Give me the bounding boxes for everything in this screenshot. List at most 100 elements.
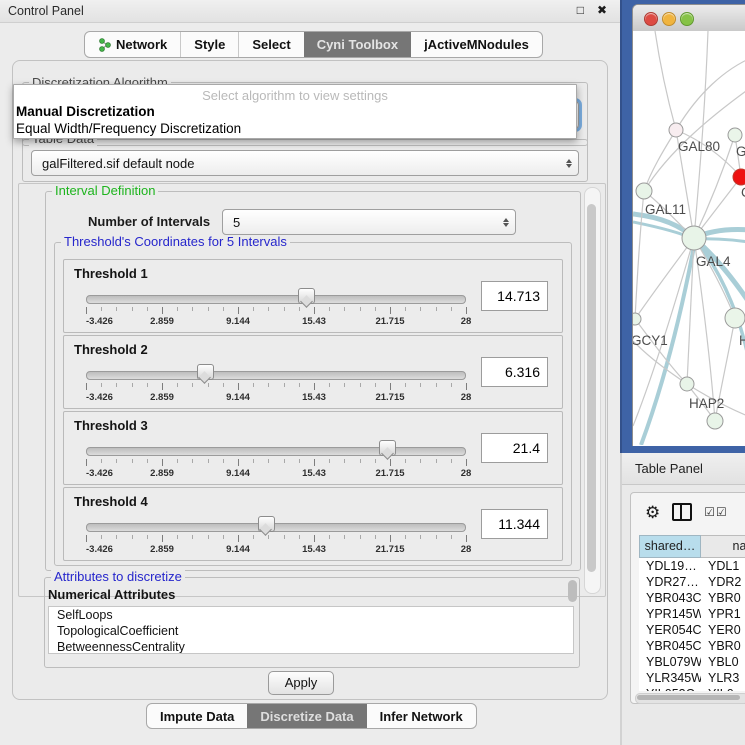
network-edge (644, 130, 676, 191)
slider-track[interactable] (86, 295, 466, 304)
network-node[interactable] (728, 128, 742, 142)
popup-option-manual-discretization[interactable]: Manual Discretization (16, 104, 155, 119)
tick-mark (147, 383, 148, 387)
network-node[interactable] (636, 183, 652, 199)
tick-mark (329, 535, 330, 539)
table-cell[interactable]: YER0 (701, 622, 745, 638)
threshold-slider[interactable]: -3.4262.8599.14415.4321.71528 (86, 514, 466, 558)
gear-icon[interactable]: ⚙ (645, 504, 660, 521)
table-row[interactable]: YBR043CYBR0 (639, 590, 745, 606)
table-row[interactable]: YBR045CYBR0 (639, 638, 745, 654)
zoom-window-icon[interactable] (680, 12, 694, 26)
slider-thumb[interactable] (197, 364, 214, 380)
select-columns-icon[interactable]: ☑☑ (704, 505, 728, 519)
table-cell[interactable]: YDL19… (639, 558, 701, 574)
tab-network-label: Network (116, 37, 167, 52)
slider-track[interactable] (86, 371, 466, 380)
tick-mark (299, 383, 300, 387)
network-node[interactable] (680, 377, 694, 391)
bottom-tabstrip: Impute Data Discretize Data Infer Networ… (146, 703, 477, 729)
attributes-list-scrollbar[interactable] (568, 580, 577, 602)
threshold-value-field[interactable]: 6.316 (481, 357, 548, 387)
scrollbar-thumb[interactable] (587, 204, 596, 572)
threshold-value-field[interactable]: 21.4 (481, 433, 548, 463)
table-cell[interactable]: YLR3 (701, 670, 745, 686)
table-horizontal-scrollbar[interactable] (635, 693, 745, 704)
tick-label: 21.715 (375, 316, 404, 327)
threshold-slider[interactable]: -3.4262.8599.14415.4321.71528 (86, 362, 466, 406)
tick-mark (162, 383, 163, 390)
table-cell[interactable]: YDR2 (701, 574, 745, 590)
table-cell[interactable]: YBR0 (701, 590, 745, 606)
minimize-window-icon[interactable] (662, 12, 676, 26)
table-row[interactable]: YDR27…YDR2 (639, 574, 745, 590)
network-node[interactable] (682, 226, 706, 250)
attribute-list-item[interactable]: TopologicalCoefficient (49, 623, 573, 639)
settings-vertical-scrollbar[interactable] (584, 187, 601, 594)
threshold-value-field[interactable]: 11.344 (481, 509, 548, 539)
network-node[interactable] (725, 308, 745, 328)
table-cell[interactable]: YER054C (639, 622, 701, 638)
tab-impute-data[interactable]: Impute Data (147, 704, 247, 728)
close-window-icon[interactable] (644, 12, 658, 26)
node-label: H (739, 333, 745, 348)
network-node[interactable] (633, 313, 641, 325)
table-cell[interactable]: YDL1 (701, 558, 745, 574)
table-cell[interactable]: YBR0 (701, 638, 745, 654)
table-cell[interactable]: YBR043C (639, 590, 701, 606)
tick-mark (101, 307, 102, 311)
column-header-name[interactable]: na (701, 535, 745, 558)
slider-track[interactable] (86, 523, 466, 532)
network-node[interactable] (669, 123, 683, 137)
tab-jactivemnodules[interactable]: jActiveMNodules (411, 32, 542, 57)
table-cell[interactable]: YPR1 (701, 606, 745, 622)
network-node[interactable] (733, 169, 745, 185)
table-data-select[interactable]: galFiltered.sif default node (31, 150, 579, 176)
attribute-list-item[interactable]: BetweennessCentrality (49, 639, 573, 654)
slider-thumb[interactable] (298, 288, 315, 304)
slider-thumb[interactable] (379, 440, 396, 456)
threshold-value-field[interactable]: 14.713 (481, 281, 548, 311)
table-row[interactable]: YDL19…YDL1 (639, 558, 745, 574)
stepper-arrows-icon (560, 159, 578, 168)
table-cell[interactable]: YLR345W (639, 670, 701, 686)
split-columns-icon[interactable] (672, 503, 692, 521)
popup-option-equal-width-frequency[interactable]: Equal Width/Frequency Discretization (16, 121, 241, 136)
column-header-shared-name[interactable]: shared… (639, 535, 701, 558)
table-row[interactable]: YER054CYER0 (639, 622, 745, 638)
table-cell[interactable]: YBR045C (639, 638, 701, 654)
table-cell[interactable]: YPR145W (639, 606, 701, 622)
table-cell[interactable]: YIL053C (639, 686, 701, 691)
threshold-slider[interactable]: -3.4262.8599.14415.4321.71528 (86, 438, 466, 482)
table-cell[interactable]: YIL0 (701, 686, 745, 691)
number-of-intervals-select[interactable]: 5 (222, 209, 516, 235)
network-canvas[interactable]: GAL80GACGAL11GAL4GCY1HHAP2 (633, 31, 745, 445)
network-node[interactable] (707, 413, 723, 429)
table-row[interactable]: YLR345WYLR3 (639, 670, 745, 686)
table-cell[interactable]: YBL0 (701, 654, 745, 670)
apply-button[interactable]: Apply (268, 671, 334, 695)
table-row[interactable]: YBL079WYBL0 (639, 654, 745, 670)
table-row[interactable]: YPR145WYPR1 (639, 606, 745, 622)
tick-mark (253, 383, 254, 387)
numerical-attributes-label: Numerical Attributes (48, 587, 175, 602)
threshold-slider[interactable]: -3.4262.8599.14415.4321.71528 (86, 286, 466, 330)
table-cell[interactable]: YDR27… (639, 574, 701, 590)
tick-label: 9.144 (226, 316, 250, 327)
tab-select[interactable]: Select (238, 32, 303, 57)
tab-style[interactable]: Style (180, 32, 238, 57)
tab-infer-network[interactable]: Infer Network (367, 704, 476, 728)
tab-cyni-toolbox[interactable]: Cyni Toolbox (304, 32, 411, 57)
table-row[interactable]: YIL053CYIL0 (639, 686, 745, 691)
slider-tick-labels: -3.4262.8599.14415.4321.71528 (86, 544, 466, 556)
table-cell[interactable]: YBL079W (639, 654, 701, 670)
tab-discretize-data[interactable]: Discretize Data (247, 704, 366, 728)
slider-thumb[interactable] (258, 516, 275, 532)
attribute-list-item[interactable]: SelfLoops (49, 607, 573, 623)
tab-network[interactable]: Network (85, 32, 180, 57)
close-panel-button[interactable]: ✖ (597, 3, 607, 17)
numerical-attributes-list[interactable]: SelfLoopsTopologicalCoefficientBetweenne… (48, 606, 574, 654)
slider-track[interactable] (86, 447, 466, 456)
scrollbar-thumb[interactable] (637, 695, 740, 700)
float-window-button[interactable]: □ (577, 3, 584, 17)
